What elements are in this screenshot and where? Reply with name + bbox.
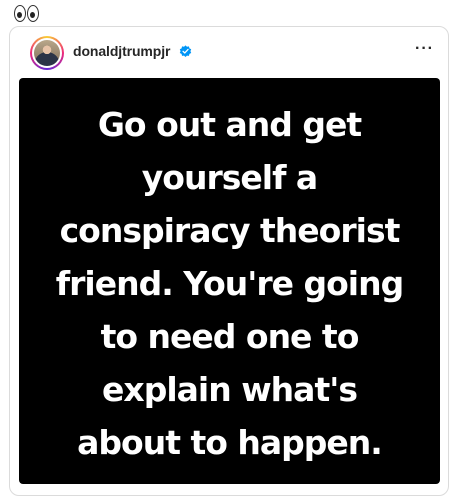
username-link[interactable]: donaldjtrumpjr [73, 43, 170, 59]
image-text-line: friend. You're going [55, 263, 404, 303]
eye-icon [14, 4, 26, 22]
image-text-line: yourself a [141, 157, 318, 197]
image-text-line: explain what's [102, 369, 358, 409]
post-image: Go out and get yourself a conspiracy the… [19, 78, 440, 484]
more-options-icon[interactable]: ··· [415, 41, 434, 57]
post-image-text: Go out and get yourself a conspiracy the… [30, 98, 430, 469]
post-card: donaldjtrumpjr ··· Go out and get yourse… [9, 26, 449, 496]
eyes-emoji [14, 2, 40, 24]
image-text-line: to need one to [100, 316, 360, 356]
image-text-line: conspiracy theorist [59, 210, 401, 250]
avatar-photo [34, 40, 60, 66]
image-text-line: about to happen. [77, 422, 383, 462]
avatar[interactable] [30, 36, 64, 70]
image-text-line: Go out and get [97, 104, 362, 144]
verified-badge-icon [179, 45, 192, 57]
eye-icon [27, 4, 39, 22]
post-header: donaldjtrumpjr ··· [10, 27, 448, 79]
